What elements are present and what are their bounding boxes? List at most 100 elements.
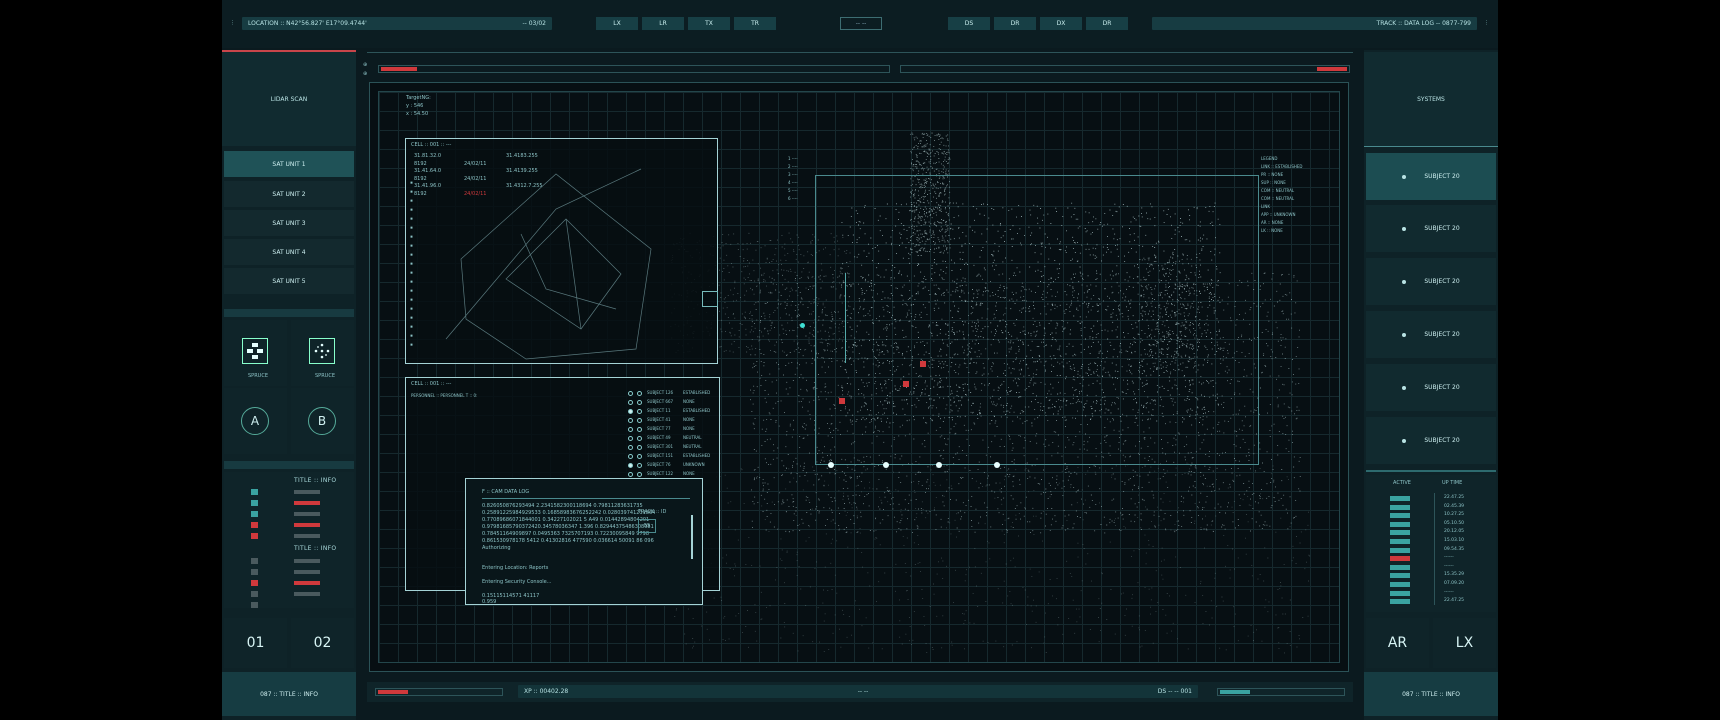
radio-icon[interactable] xyxy=(637,436,642,441)
sat-unit-2[interactable]: SAT UNIT 2 xyxy=(224,181,354,207)
subject-list-row[interactable]: SUBJECT 667 NONE xyxy=(628,399,718,407)
subject-list-row[interactable]: SUBJECT 11 ESTABLISHED xyxy=(628,408,718,416)
scroll-down-icon[interactable]: ⊕ xyxy=(363,71,367,77)
subject-row-2[interactable]: SUBJECT 20 xyxy=(1366,205,1496,252)
radio-icon[interactable] xyxy=(637,400,642,405)
target-marker[interactable] xyxy=(903,381,909,387)
active-bar xyxy=(1390,590,1410,596)
location-label: LOCATION :: N42°56.827' E17°09.4744' xyxy=(248,20,367,27)
ruler-bar-left xyxy=(378,65,890,73)
b-button[interactable]: B xyxy=(308,407,336,435)
uptime-value: ------ xyxy=(1444,589,1454,595)
dx-button[interactable]: DX xyxy=(1040,17,1082,30)
subject-status: ESTABLISHED xyxy=(683,390,711,395)
subject-row-5[interactable]: SUBJECT 20 xyxy=(1366,364,1496,411)
subject-list-row[interactable]: SUBJECT 41 NONE xyxy=(628,417,718,425)
meter xyxy=(294,581,320,585)
subject-label: SUBJECT 20 xyxy=(1424,384,1460,391)
lx-button[interactable]: LX xyxy=(596,17,638,30)
scrollbar[interactable] xyxy=(691,515,693,559)
ar-button[interactable]: AR xyxy=(1366,618,1429,668)
dr-button-2[interactable]: DR xyxy=(1086,17,1128,30)
radio-icon[interactable] xyxy=(628,454,633,459)
subject-list-row[interactable]: SUBJECT 77 NONE xyxy=(628,426,718,434)
lidar-viewer[interactable]: TargetNG: y : 546 x : 54.50 CELL :: 001 … xyxy=(369,82,1349,672)
target-marker[interactable] xyxy=(920,361,926,367)
marker-dot[interactable] xyxy=(936,462,942,468)
scale-line: 5 ---- xyxy=(788,188,798,193)
subject-row-4[interactable]: SUBJECT 20 xyxy=(1366,311,1496,358)
radio-icon[interactable] xyxy=(628,409,633,414)
num-01-button[interactable]: 01 xyxy=(224,618,287,668)
cell-2-subtitle: PERSONNEL :: PERSONNEL T :: 0: xyxy=(411,393,478,398)
legend: LEGEND LINK :: ESTABLISHED PR :: NONE SUP :… xyxy=(1261,155,1303,235)
num-02-button[interactable]: 02 xyxy=(291,618,354,668)
ds-button[interactable]: DS xyxy=(948,17,990,30)
subject-list-row[interactable]: SUBJECT 126 ESTABLISHED xyxy=(628,390,718,398)
a-button[interactable]: A xyxy=(241,407,269,435)
marker-dot[interactable] xyxy=(828,462,834,468)
radio-icon[interactable] xyxy=(637,463,642,468)
status-swatch xyxy=(251,580,258,586)
subject-status: ESTABLISHED xyxy=(683,408,711,413)
track-id-box[interactable]: 55 xyxy=(638,519,656,533)
radio-icon[interactable] xyxy=(628,400,633,405)
tr-button[interactable]: TR xyxy=(734,17,776,30)
radio-icon[interactable] xyxy=(628,418,633,423)
cell-1-window[interactable]: CELL :: 001 :: --- 31.81.32.0 31.4183.255… xyxy=(405,138,718,364)
radio-icon[interactable] xyxy=(637,454,642,459)
radio-icon[interactable] xyxy=(628,427,633,432)
marker-dot[interactable] xyxy=(883,462,889,468)
subject-label: SUBJECT 20 xyxy=(1424,331,1460,338)
sat-unit-1[interactable]: SAT UNIT 1 xyxy=(224,151,354,177)
cam-data-log-window[interactable]: F :: CAM DATA LOG 0.826050876293494 2.23… xyxy=(465,478,703,605)
b-cell[interactable]: B xyxy=(291,388,354,454)
radio-icon[interactable] xyxy=(628,445,633,450)
subject-status: UNKNOWN xyxy=(683,462,705,467)
radio-icon[interactable] xyxy=(628,391,633,396)
radio-icon[interactable] xyxy=(637,427,642,432)
subject-list-row[interactable]: SUBJECT 76 UNKNOWN xyxy=(628,462,718,470)
marker-dot[interactable] xyxy=(994,462,1000,468)
sat-unit-3[interactable]: SAT UNIT 3 xyxy=(224,210,354,236)
tx-button[interactable]: TX xyxy=(688,17,730,30)
lr-button[interactable]: LR xyxy=(642,17,684,30)
radio-icon[interactable] xyxy=(637,472,642,477)
subject-list-row[interactable]: SUBJECT 151 ESTABLISHED xyxy=(628,453,718,461)
subject-status: NEUTRAL xyxy=(683,435,702,440)
ds-label: DS -- -- 001 xyxy=(1157,688,1192,695)
center-indicator[interactable]: -- -- xyxy=(840,17,882,30)
cursor-dot[interactable] xyxy=(800,323,805,328)
crosshair-icon[interactable] xyxy=(702,291,718,307)
radio-icon[interactable] xyxy=(628,436,633,441)
meter xyxy=(294,559,320,563)
radio-icon[interactable] xyxy=(637,445,642,450)
lx-mode-button[interactable]: LX xyxy=(1433,618,1496,668)
target-marker[interactable] xyxy=(839,398,845,404)
subject-row-6[interactable]: SUBJECT 20 xyxy=(1366,417,1496,464)
sat-unit-4[interactable]: SAT UNIT 4 xyxy=(224,239,354,265)
ar-label: AR xyxy=(1387,635,1408,651)
spruce-cell-2[interactable]: SPRUCE xyxy=(291,320,354,386)
dr-button[interactable]: DR xyxy=(994,17,1036,30)
subject-row-3[interactable]: SUBJECT 20 xyxy=(1366,258,1496,305)
target-bounding-box[interactable] xyxy=(815,175,1259,465)
meter xyxy=(294,523,320,527)
radio-icon[interactable] xyxy=(637,418,642,423)
sat-unit-5[interactable]: SAT UNIT 5 xyxy=(224,268,354,294)
radio-icon[interactable] xyxy=(628,463,633,468)
meter xyxy=(294,512,320,516)
subject-row-1[interactable]: SUBJECT 20 xyxy=(1366,153,1496,200)
subject-list-row[interactable]: SUBJECT 301 NEUTRAL xyxy=(628,444,718,452)
scroll-up-icon[interactable]: ⊕ xyxy=(363,62,367,68)
spruce-cell-1[interactable]: SPRUCE xyxy=(224,320,287,386)
a-cell[interactable]: A xyxy=(224,388,287,454)
radio-icon[interactable] xyxy=(637,409,642,414)
subject-name: SUBJECT 49 xyxy=(647,435,671,440)
subject-status: ESTABLISHED xyxy=(683,453,711,458)
radio-icon[interactable] xyxy=(637,391,642,396)
status-swatch xyxy=(251,500,258,506)
subject-list-row[interactable]: SUBJECT 49 NEUTRAL xyxy=(628,435,718,443)
status-swatch xyxy=(251,511,258,517)
radio-icon[interactable] xyxy=(628,472,633,477)
